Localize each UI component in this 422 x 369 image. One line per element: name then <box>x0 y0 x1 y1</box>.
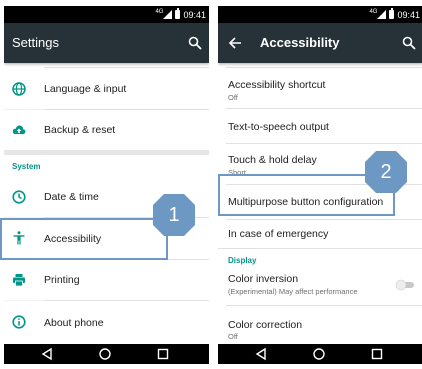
callout-number-2: 2 <box>380 161 392 183</box>
section-header: Display <box>218 249 422 269</box>
setting-label: Accessibility shortcut <box>228 79 326 91</box>
settings-item-printing[interactable]: Printing <box>4 260 209 300</box>
globe-icon <box>12 82 26 96</box>
page-title: Accessibility <box>260 35 340 50</box>
callout-number-1: 1 <box>168 204 180 226</box>
battery-icon <box>389 8 395 19</box>
settings-item-backup[interactable]: Backup & reset <box>4 110 209 150</box>
setting-color-correction[interactable]: Color correction Off <box>218 306 422 344</box>
search-icon[interactable] <box>188 36 202 50</box>
setting-label: Color inversion <box>228 273 299 285</box>
setting-label: Touch & hold delay <box>228 154 317 166</box>
cloud-upload-icon <box>12 125 26 134</box>
settings-item-label: Language & input <box>44 83 127 95</box>
settings-item-label: Date & time <box>44 191 99 203</box>
section-title-system: System <box>12 162 41 171</box>
setting-value: Off <box>228 332 238 341</box>
network-type-label: 4G <box>155 8 164 15</box>
setting-value: Off <box>228 93 238 102</box>
search-icon[interactable] <box>402 36 416 50</box>
home-circle-icon[interactable] <box>312 347 326 361</box>
info-icon <box>12 315 26 329</box>
network-type-label: 4G <box>369 8 378 15</box>
home-circle-icon[interactable] <box>98 347 112 361</box>
settings-item-label: Printing <box>44 274 80 286</box>
status-bar: 4G 09:41 <box>218 6 422 23</box>
setting-accessibility-shortcut[interactable]: Accessibility shortcut Off <box>218 68 422 108</box>
recents-square-icon[interactable] <box>156 347 170 361</box>
clock-icon <box>12 190 26 204</box>
signal-icon <box>377 10 387 19</box>
navigation-bar <box>218 344 422 364</box>
settings-item-label: About phone <box>44 317 104 329</box>
setting-label: Color correction <box>228 319 303 331</box>
app-bar: Accessibility <box>218 23 422 63</box>
settings-item-label: Backup & reset <box>44 124 116 136</box>
navigation-bar <box>4 344 209 364</box>
setting-color-inversion[interactable]: Color inversion (Experimental) May affec… <box>218 269 422 305</box>
setting-emergency[interactable]: In case of emergency <box>218 220 422 248</box>
recents-square-icon[interactable] <box>370 347 384 361</box>
back-triangle-icon[interactable] <box>254 347 268 361</box>
section-title-display: Display <box>228 256 257 265</box>
setting-label: Text-to-speech output <box>228 121 329 133</box>
app-bar: Settings <box>4 23 209 63</box>
highlight-box-accessibility <box>0 218 168 260</box>
signal-icon <box>163 10 173 19</box>
section-header: System <box>4 155 209 177</box>
toggle-switch[interactable] <box>395 279 415 291</box>
settings-item-language[interactable]: Language & input <box>4 68 209 109</box>
clock-time: 09:41 <box>183 9 206 20</box>
clock-time: 09:41 <box>397 9 420 20</box>
settings-screen: 4G 09:41 Settings Language & input Backu… <box>4 6 209 364</box>
back-triangle-icon[interactable] <box>40 347 54 361</box>
battery-icon <box>175 8 181 19</box>
status-bar: 4G 09:41 <box>4 6 209 23</box>
setting-text-to-speech[interactable]: Text-to-speech output <box>218 109 422 143</box>
back-arrow-icon[interactable] <box>228 36 242 50</box>
setting-value: (Experimental) May affect performance <box>228 287 358 296</box>
printer-icon <box>13 274 25 287</box>
setting-label: In case of emergency <box>228 228 329 240</box>
page-title: Settings <box>12 35 59 50</box>
settings-item-about-phone[interactable]: About phone <box>4 301 209 344</box>
